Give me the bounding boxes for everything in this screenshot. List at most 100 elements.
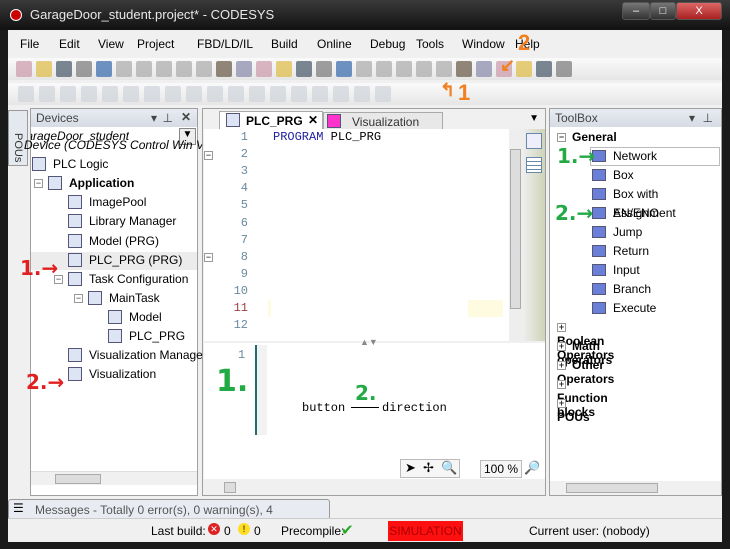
copy-icon[interactable]: [156, 61, 172, 77]
expand-icon[interactable]: +: [557, 399, 566, 409]
add-object-icon[interactable]: [276, 61, 292, 77]
box-empty-icon[interactable]: [123, 86, 139, 102]
collapse-icon[interactable]: −: [204, 151, 213, 160]
dropdown-icon[interactable]: [296, 61, 312, 77]
fbd-horizontal-scrollbar[interactable]: [204, 481, 545, 495]
menu-view[interactable]: View: [98, 37, 124, 51]
paste-icon[interactable]: [176, 61, 192, 77]
tree-item[interactable]: PLC Logic: [53, 155, 108, 174]
tree-item[interactable]: MainTask: [109, 289, 160, 308]
tree-item[interactable]: Model: [129, 308, 162, 327]
reset-icon[interactable]: [436, 61, 452, 77]
toolbox-horizontal-scrollbar[interactable]: [550, 481, 721, 495]
assignment-icon[interactable]: [60, 86, 76, 102]
close-button[interactable]: X: [676, 2, 722, 20]
box-en-icon[interactable]: [102, 86, 118, 102]
tree-item[interactable]: Visualization: [89, 365, 156, 384]
zoom-level[interactable]: 100 %: [480, 460, 522, 478]
logout-icon[interactable]: [376, 61, 392, 77]
network-input-variable[interactable]: button: [302, 401, 345, 415]
menu-edit[interactable]: Edit: [59, 37, 80, 51]
devices-horizontal-scrollbar[interactable]: [31, 471, 197, 485]
toolbox-item[interactable]: Return: [613, 242, 649, 261]
code-line[interactable]: PROGRAM PLC_PRG: [273, 130, 381, 144]
toolbox-item[interactable]: Input: [613, 261, 640, 280]
pan-icon[interactable]: ✢: [423, 460, 434, 476]
zoom-options-icon[interactable]: 🔎: [524, 460, 540, 476]
tab-list-dropdown-icon[interactable]: ▼: [529, 113, 539, 124]
minimize-button[interactable]: –: [622, 2, 650, 20]
tree-item[interactable]: Task Configuration: [89, 270, 188, 289]
insert-input-icon[interactable]: [354, 86, 370, 102]
collapse-icon[interactable]: −: [34, 179, 43, 189]
tree-item[interactable]: Device (CODESYS Control Win V3): [24, 136, 215, 155]
expand-icon[interactable]: +: [557, 380, 566, 390]
close-panel-icon[interactable]: ✕: [181, 110, 191, 124]
expand-icon[interactable]: +: [557, 342, 566, 352]
toggle-breakpoint-icon[interactable]: [536, 61, 552, 77]
expand-icon[interactable]: +: [557, 323, 566, 333]
menu-window[interactable]: Window: [462, 37, 505, 51]
splitter-arrows-icon[interactable]: ▲▼: [360, 337, 378, 347]
tree-item[interactable]: Model (PRG): [89, 232, 159, 251]
box-icon[interactable]: [81, 86, 97, 102]
label-icon[interactable]: [186, 86, 202, 102]
menu-build[interactable]: Build: [271, 37, 298, 51]
tree-item[interactable]: PLC_PRG: [129, 327, 185, 346]
network-icon[interactable]: [18, 86, 34, 102]
replace-icon[interactable]: [236, 61, 252, 77]
panel-menu-icon[interactable]: ▾: [151, 111, 157, 125]
collapse-icon[interactable]: −: [204, 253, 213, 262]
save-icon[interactable]: [56, 61, 72, 77]
branch-icon[interactable]: [312, 86, 328, 102]
toolbox-item[interactable]: Box with EN/ENO: [613, 185, 659, 220]
tree-item[interactable]: ImagePool: [89, 193, 146, 212]
tree-item[interactable]: Application: [69, 174, 134, 193]
return-icon[interactable]: [207, 86, 223, 102]
tree-item[interactable]: Visualization Manager: [89, 346, 207, 365]
menu-fbdldil[interactable]: FBD/LD/IL: [197, 37, 253, 51]
select-pointer-icon[interactable]: ➤: [405, 460, 416, 476]
menu-debug[interactable]: Debug: [370, 37, 405, 51]
network-below-icon[interactable]: [375, 86, 391, 102]
step-out-icon[interactable]: [516, 61, 532, 77]
cut-icon[interactable]: [136, 61, 152, 77]
toolbox-item[interactable]: Jump: [613, 223, 642, 242]
toolbox-item[interactable]: Assignment: [613, 204, 676, 223]
network-output-variable[interactable]: direction: [382, 401, 447, 415]
tabular-view-icon[interactable]: [526, 157, 542, 173]
pin-icon[interactable]: ⊥: [163, 111, 173, 125]
login-icon[interactable]: [356, 61, 372, 77]
input-icon[interactable]: [228, 86, 244, 102]
tree-item[interactable]: PLC_PRG (PRG): [89, 251, 182, 270]
comment-icon[interactable]: [39, 86, 55, 102]
close-tab-icon[interactable]: ✕: [308, 113, 318, 127]
coil-icon[interactable]: [249, 86, 265, 102]
step-over-icon[interactable]: [476, 61, 492, 77]
expand-icon[interactable]: +: [557, 361, 566, 371]
tab-plc-prg[interactable]: PLC_PRG ✕: [219, 111, 323, 129]
stop-icon[interactable]: [416, 61, 432, 77]
menu-online[interactable]: Online: [317, 37, 352, 51]
export-icon[interactable]: [316, 61, 332, 77]
toolbox-item[interactable]: Network: [613, 147, 657, 166]
find-icon[interactable]: [216, 61, 232, 77]
run-icon[interactable]: [396, 61, 412, 77]
textual-view-icon[interactable]: [526, 133, 542, 149]
maximize-button[interactable]: □: [650, 2, 676, 20]
toolbox-category[interactable]: +POUs: [557, 396, 590, 424]
breakpoint-icon[interactable]: [456, 61, 472, 77]
toolbox-item[interactable]: Box: [613, 166, 634, 185]
box-exec-icon[interactable]: [144, 86, 160, 102]
build-icon[interactable]: [336, 61, 352, 77]
collapse-icon[interactable]: −: [74, 293, 83, 303]
redo-icon[interactable]: [116, 61, 132, 77]
declaration-vertical-scrollbar[interactable]: [509, 129, 523, 341]
tree-item[interactable]: Library Manager: [89, 212, 176, 231]
parallel-branch-icon[interactable]: [333, 86, 349, 102]
delete-icon[interactable]: [196, 61, 212, 77]
menu-project[interactable]: Project: [137, 37, 174, 51]
menu-file[interactable]: File: [20, 37, 39, 51]
clipboard-icon[interactable]: [256, 61, 272, 77]
pin-icon[interactable]: ⊥: [703, 111, 713, 125]
